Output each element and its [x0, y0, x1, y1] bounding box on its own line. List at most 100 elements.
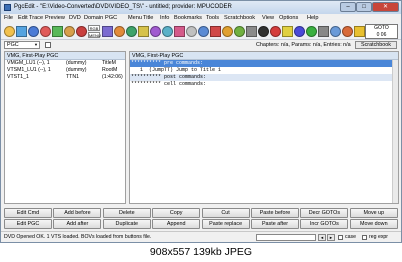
chapters-info: Chapters: n/a, Params: n/a, Entries: n/a — [256, 42, 351, 48]
app-icon — [4, 4, 11, 11]
paste-icon[interactable] — [114, 26, 125, 37]
maximize-button[interactable]: □ — [356, 2, 372, 12]
green-icon[interactable] — [306, 26, 317, 37]
pgc-extra: RootM — [102, 67, 118, 73]
record-icon[interactable] — [76, 26, 87, 37]
pgc-select-value: PGC — [7, 42, 19, 48]
save-icon[interactable] — [28, 26, 39, 37]
add-before-button[interactable]: Add before — [53, 208, 102, 218]
menu-file[interactable]: File — [4, 14, 13, 23]
image-caption: 908x557 139kb JPEG — [0, 243, 402, 262]
film-icon[interactable] — [246, 26, 257, 37]
duplicate-button[interactable]: Duplicate — [102, 219, 151, 229]
toolbar: RGB MENU GOTO 0 06 — [1, 23, 401, 40]
cut-button[interactable]: Cut — [201, 208, 250, 218]
menu-dvd[interactable]: DVD — [69, 14, 81, 23]
pgc-name: VMGM_LU1 (--), 1 — [7, 60, 50, 66]
goto-label: GOTO — [374, 25, 389, 31]
title-icon[interactable] — [186, 26, 197, 37]
append-button[interactable]: Append — [152, 219, 201, 229]
menu-indicator: MENU — [88, 32, 101, 38]
vmg-icon[interactable] — [198, 26, 209, 37]
add-after-button[interactable]: Add after — [53, 219, 102, 229]
command-line[interactable]: ********** pre commands: — [130, 60, 398, 67]
menu-menu[interactable]: Menu — [128, 14, 142, 23]
paste-after-button[interactable]: Paste after — [251, 219, 299, 229]
play-icon[interactable] — [126, 26, 137, 37]
menu-tools[interactable]: Tools — [206, 14, 219, 23]
menu-scratchbook[interactable]: Scratchbook — [224, 14, 255, 23]
move-down-button[interactable]: Move down — [349, 219, 398, 229]
blue-icon[interactable] — [294, 26, 305, 37]
redo-icon[interactable] — [52, 26, 63, 37]
trace-icon[interactable] — [150, 26, 161, 37]
cut-icon[interactable] — [102, 26, 113, 37]
pgc-list-header: VMG, First-Play PGC — [5, 52, 125, 60]
grid-icon[interactable] — [318, 26, 329, 37]
case-checkbox[interactable] — [338, 235, 343, 240]
undo-icon[interactable] — [40, 26, 51, 37]
vts-icon[interactable] — [354, 26, 365, 37]
eye-icon[interactable] — [330, 26, 341, 37]
command-line[interactable]: ********** cell commands: — [130, 81, 398, 88]
menu-bookmarks[interactable]: Bookmarks — [174, 14, 202, 23]
menu-icon[interactable] — [174, 26, 185, 37]
action-buttons: Edit Cmd Add before Delete Copy Cut Paste bef… — [1, 208, 401, 230]
copy-icon[interactable] — [64, 26, 75, 37]
close-button[interactable]: ✕ — [372, 2, 399, 12]
move-up-button[interactable]: Move up — [349, 208, 398, 218]
find-input[interactable] — [256, 234, 316, 241]
menu-domain[interactable]: Domain — [84, 14, 103, 23]
pgcedit-window: PgcEdit - "E:\Video-Converted\DVD\VIDEO_… — [0, 0, 402, 243]
menu-options[interactable]: Options — [279, 14, 298, 23]
pgc-list-item[interactable]: VTSM1_LU1 (--), 1 (dummy) RootM — [5, 67, 125, 74]
chapter-icon[interactable] — [138, 26, 149, 37]
incr-gotos-button[interactable]: Incr GOTOs — [300, 219, 349, 229]
edit-pgc-button[interactable]: Edit PGC — [4, 219, 52, 229]
pgc-list-item[interactable]: VMGM_LU1 (--), 1 (dummy) TitleM — [5, 60, 125, 67]
pgc-checkbox[interactable] — [45, 42, 51, 48]
menu-title[interactable]: Title — [143, 14, 153, 23]
target-icon[interactable] — [342, 26, 353, 37]
pgc-select[interactable]: PGC ▼ — [4, 41, 40, 49]
magnify-icon[interactable] — [162, 26, 173, 37]
regexp-checkbox[interactable] — [362, 235, 367, 240]
goto-value: 0 06 — [376, 32, 387, 38]
decr-gotos-button[interactable]: Decr GOTOs — [300, 208, 349, 218]
pgc-name: VTST1_1 — [7, 74, 29, 80]
title-bar[interactable]: PgcEdit - "E:\Video-Converted\DVD\VIDEO_… — [1, 1, 401, 14]
menu-bar: File Edit Trace Preview DVD Domain PGC Menu Titl… — [1, 14, 401, 23]
pgc-list-item[interactable]: VTST1_1 TTN1 (1:42:06) — [5, 74, 125, 81]
flag-icon[interactable] — [270, 26, 281, 37]
goto-box[interactable]: GOTO 0 06 — [365, 24, 398, 39]
copy-button[interactable]: Copy — [152, 208, 201, 218]
menu-preview[interactable]: Preview — [45, 14, 65, 23]
scrollbar[interactable] — [392, 60, 398, 203]
scratchbook-button[interactable]: Scratchbook — [355, 41, 397, 49]
command-line[interactable]: 1 (JumpTT) Jump to Title 1 — [130, 67, 398, 74]
find-next-button[interactable]: ► — [327, 234, 335, 241]
commands-header: VMG, First-Play PGC — [130, 52, 398, 60]
refresh-icon[interactable] — [16, 26, 27, 37]
stop-icon[interactable] — [210, 26, 221, 37]
menu-info[interactable]: Info — [160, 14, 169, 23]
menu-edit[interactable]: Edit — [18, 14, 28, 23]
options-bar: PGC ▼ Chapters: n/a, Params: n/a, Entries… — [1, 40, 401, 50]
find-prev-button[interactable]: ◄ — [318, 234, 326, 241]
minimize-button[interactable]: – — [340, 2, 356, 12]
menu-view[interactable]: View — [262, 14, 274, 23]
menu-pgc[interactable]: PGC — [105, 14, 117, 23]
next-icon[interactable] — [234, 26, 245, 37]
command-line[interactable]: ********** post commands: — [130, 74, 398, 81]
edit-cmd-button[interactable]: Edit Cmd — [4, 208, 52, 218]
delete-button[interactable]: Delete — [102, 208, 151, 218]
open-icon[interactable] — [4, 26, 15, 37]
paste-replace-button[interactable]: Paste replace — [201, 219, 250, 229]
paste-before-button[interactable]: Paste before — [251, 208, 299, 218]
clapper-icon[interactable] — [258, 26, 269, 37]
prev-icon[interactable] — [222, 26, 233, 37]
pgc-extra: TitleM — [102, 60, 116, 66]
menu-trace[interactable]: Trace — [29, 14, 43, 23]
hint-icon[interactable] — [282, 26, 293, 37]
menu-help[interactable]: Help — [307, 14, 319, 23]
